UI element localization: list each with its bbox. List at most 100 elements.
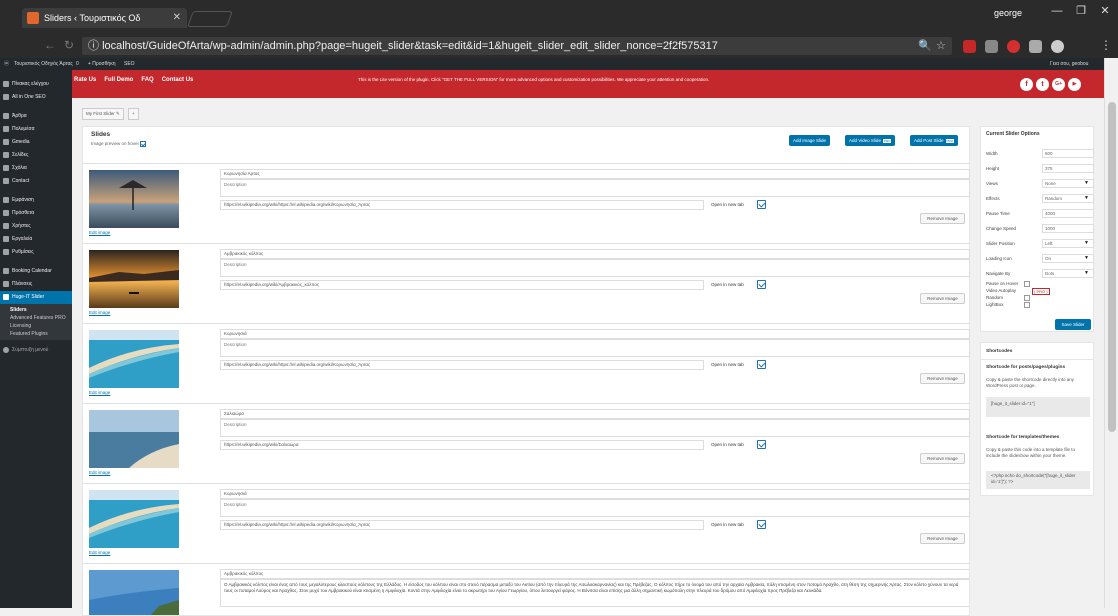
extension-icon[interactable] <box>1007 40 1020 53</box>
browser-menu-icon[interactable]: ⋮ <box>1100 38 1112 52</box>
sidebar-item-pages[interactable]: Σελίδες <box>0 149 72 162</box>
submenu-advanced-pro[interactable]: Advanced Features PRO <box>0 314 72 322</box>
position-select[interactable]: Left ▼ <box>1042 239 1094 248</box>
rate-us-link[interactable]: Rate Us <box>74 77 96 83</box>
twitter-icon[interactable]: t <box>1036 78 1049 91</box>
slide-url-input[interactable]: https://el.wikipedia.org/wiki/Σαλιαώρα <box>220 440 704 450</box>
loading-icon-select[interactable]: On ▼ <box>1042 254 1094 263</box>
slide-description-input[interactable]: Description <box>220 259 970 277</box>
sidebar-item-seo[interactable]: All in One SEO <box>0 91 72 104</box>
sidebar-item-plugins[interactable]: Πρόσθετα <box>0 207 72 220</box>
random-checkbox[interactable] <box>1024 295 1030 301</box>
slide-title-input[interactable]: Κορωνησιά <box>220 489 970 499</box>
browser-tab[interactable]: Sliders ‹ Τουριστικός Οδ ✕ <box>22 8 187 28</box>
preview-on-hover[interactable]: Image preview on hover <box>91 141 147 147</box>
sidebar-item-posts[interactable]: Άρθρα <box>0 110 72 123</box>
checkbox-checked-icon[interactable] <box>140 141 147 147</box>
extension-icon[interactable] <box>963 40 976 53</box>
slide-thumbnail[interactable] <box>89 570 179 615</box>
slide-url-input[interactable]: https://el.wikipedia.org/wiki/Αμβρακικός… <box>220 280 704 290</box>
edit-image-link[interactable]: Edit image <box>89 390 110 395</box>
open-new-tab-checkbox[interactable] <box>757 360 766 369</box>
adminbar-greeting[interactable]: Γεια σου, geobou <box>1050 58 1088 70</box>
wordpress-logo-icon[interactable]: ⓦ <box>4 58 9 70</box>
sidebar-item-gmedia[interactable]: Gmedia <box>0 136 72 149</box>
submenu-sliders[interactable]: Sliders <box>0 306 72 314</box>
facebook-icon[interactable]: f <box>1020 78 1033 91</box>
open-new-tab-checkbox[interactable] <box>757 520 766 529</box>
remove-image-button[interactable]: Remove Image <box>920 213 965 224</box>
remove-image-button[interactable]: Remove Image <box>920 373 965 384</box>
submenu-featured-plugins[interactable]: Featured Plugins <box>0 330 72 338</box>
extension-icon[interactable] <box>985 40 998 53</box>
sidebar-item-dashboard[interactable]: Πίνακας ελέγχου <box>0 78 72 91</box>
edit-image-link[interactable]: Edit image <box>89 470 110 475</box>
add-image-slide-button[interactable]: Add Image Slide <box>789 135 831 146</box>
extension-icon[interactable] <box>1051 40 1064 53</box>
add-post-slide-button[interactable]: Add Post Slide PRO <box>910 135 959 146</box>
slide-title-input[interactable]: Σαλιαώρα <box>220 409 970 419</box>
slide-description-input[interactable]: Description <box>220 419 970 437</box>
adminbar-new[interactable]: + Προσθήκη <box>88 58 115 70</box>
slide-url-input[interactable]: https://el.wikipedia.org/wiki/https://el… <box>220 360 704 370</box>
tab-my-first-slider[interactable]: My First Slider ✎ <box>82 108 124 120</box>
sidebar-item-appearance[interactable]: Εμφάνιση <box>0 194 72 207</box>
width-input[interactable]: 600 <box>1042 149 1094 158</box>
profile-name[interactable]: george <box>994 8 1022 18</box>
effects-select[interactable]: Random ▼ <box>1042 194 1094 203</box>
height-input[interactable]: 375 <box>1042 164 1094 173</box>
scrollbar-thumb[interactable] <box>1108 102 1116 432</box>
youtube-icon[interactable]: ▶ <box>1068 78 1081 91</box>
full-demo-link[interactable]: Full Demo <box>104 77 133 83</box>
slide-thumbnail[interactable] <box>89 490 179 548</box>
reload-icon[interactable]: ↻ <box>64 38 74 52</box>
remove-image-button[interactable]: Remove Image <box>920 453 965 464</box>
edit-image-link[interactable]: Edit image <box>89 310 110 315</box>
slide-title-input[interactable]: Κορωνησία Άρτας <box>220 169 970 179</box>
back-icon[interactable]: ← <box>44 38 56 52</box>
change-speed-input[interactable]: 1000 <box>1042 224 1094 233</box>
new-tab-button[interactable] <box>187 11 233 27</box>
remove-image-button[interactable]: Remove Image <box>920 533 965 544</box>
open-new-tab-checkbox[interactable] <box>757 280 766 289</box>
site-info-icon[interactable]: ⓘ <box>88 40 99 52</box>
sidebar-item-hugeit-slider[interactable]: Huge-IT Slider <box>0 291 72 304</box>
sidebar-item-booking[interactable]: Booking Calendar <box>0 265 72 278</box>
slide-thumbnail[interactable] <box>89 330 179 388</box>
sidebar-item-settings[interactable]: Ρυθμίσεις <box>0 246 72 259</box>
sidebar-item-tables[interactable]: Πλάνσεις <box>0 278 72 291</box>
adminbar-seo[interactable]: SEO <box>124 58 135 70</box>
slide-title-input[interactable]: Αμβρακικός κόλπος <box>220 249 970 259</box>
slide-title-input[interactable]: Αμβρακικός κόλπος <box>220 569 969 579</box>
minimize-button[interactable]: — <box>1044 2 1070 20</box>
zoom-icon[interactable]: 🔍 <box>918 37 932 55</box>
extension-icon[interactable] <box>1029 40 1042 53</box>
close-window-button[interactable]: ✕ <box>1092 2 1118 20</box>
slide-url-input[interactable]: https://el.wikipedia.org/wiki/https://el… <box>220 200 704 210</box>
slide-description-input[interactable]: Description <box>220 499 970 517</box>
collapse-menu-button[interactable]: Σύμπτυξη μενού <box>0 344 72 357</box>
slide-thumbnail[interactable] <box>89 170 179 228</box>
sidebar-item-media[interactable]: Πολυμέσα <box>0 123 72 136</box>
slide-title-input[interactable]: Κορωνησιά <box>220 329 970 339</box>
pause-hover-checkbox[interactable] <box>1024 281 1030 287</box>
save-slider-button[interactable]: Save Slider <box>1055 319 1091 330</box>
slide-description-input[interactable]: Ο Αμβρακικός κόλπος είναι ένας από τους … <box>220 579 969 607</box>
shortcode-themes-code[interactable]: <?php echo do_shortcode("[huge_it_slider… <box>986 471 1090 489</box>
sidebar-item-tools[interactable]: Εργαλεία <box>0 233 72 246</box>
page-scrollbar[interactable] <box>1104 58 1118 608</box>
remove-image-button[interactable]: Remove Image <box>920 293 965 304</box>
address-bar[interactable]: ⓘ localhost/GuideOfArta/wp-admin/admin.p… <box>82 37 952 55</box>
slide-description-input[interactable]: Description <box>220 339 970 357</box>
slide-thumbnail[interactable] <box>89 250 179 308</box>
pause-time-input[interactable]: 4000 <box>1042 209 1094 218</box>
maximize-button[interactable]: ❐ <box>1068 2 1094 20</box>
google-plus-icon[interactable]: G+ <box>1052 78 1065 91</box>
add-slider-button[interactable]: + <box>128 108 139 120</box>
lightbox-checkbox[interactable] <box>1024 302 1030 308</box>
sidebar-item-users[interactable]: Χρήστες <box>0 220 72 233</box>
shortcode-posts-code[interactable]: [huge_it_slider id="1"] <box>986 397 1090 417</box>
sidebar-item-contact[interactable]: Contact <box>0 175 72 188</box>
adminbar-comments[interactable]: 0 <box>76 58 79 70</box>
open-new-tab-checkbox[interactable] <box>757 200 766 209</box>
